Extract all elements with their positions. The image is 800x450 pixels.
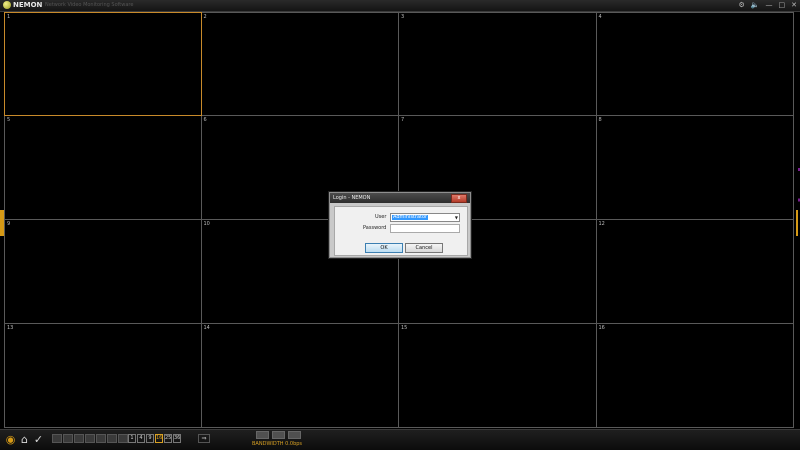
split-layout-buttons: 1 4 9 16 25 36: [128, 434, 181, 443]
cell-number: 5: [7, 117, 11, 123]
ok-button[interactable]: OK: [365, 243, 403, 253]
video-cell[interactable]: 14: [201, 324, 399, 428]
dialog-body: User Administrator ▼ Password OK Cancel: [334, 206, 468, 256]
minimize-button[interactable]: —: [766, 0, 773, 11]
sequence-button[interactable]: [96, 434, 106, 443]
sequence-button[interactable]: [52, 434, 62, 443]
cancel-button[interactable]: Cancel: [405, 243, 443, 253]
sequence-controls: [52, 434, 128, 443]
next-page-button[interactable]: ⇒: [198, 434, 210, 443]
split-button-36[interactable]: 36: [173, 434, 181, 443]
bandwidth-status: BANDWIDTH 0.0bps: [252, 441, 303, 447]
video-cell[interactable]: 8: [596, 116, 794, 220]
user-select[interactable]: Administrator ▼: [390, 213, 460, 222]
login-dialog: Login - NEMON x User Administrator ▼ Pas…: [329, 192, 471, 258]
volume-icon[interactable]: 🔈: [751, 0, 760, 11]
maximize-button[interactable]: □: [779, 0, 786, 11]
password-label: Password: [363, 225, 387, 231]
cell-number: 8: [598, 117, 602, 123]
window-controls: ⚙ 🔈 — □ ✕: [739, 0, 798, 11]
cell-number: 4: [598, 14, 602, 20]
split-button-16[interactable]: 16: [155, 434, 163, 443]
playback-button[interactable]: [272, 431, 285, 439]
dialog-title: Login - NEMON: [333, 195, 371, 201]
camera-icon[interactable]: ◉: [4, 433, 17, 446]
split-button-9[interactable]: 9: [146, 434, 154, 443]
gear-icon[interactable]: ⚙: [739, 0, 745, 11]
left-panel-toggle[interactable]: [0, 210, 4, 236]
app-subtitle: Network Video Monitoring Software: [45, 2, 134, 8]
cell-number: 1: [7, 14, 11, 20]
user-label: User: [375, 214, 387, 220]
dialog-close-button[interactable]: x: [451, 194, 467, 203]
cell-number: 3: [401, 14, 405, 20]
sequence-button[interactable]: [118, 434, 128, 443]
video-cell[interactable]: 2: [201, 12, 399, 116]
password-field[interactable]: [390, 224, 460, 233]
video-cell[interactable]: 15: [399, 324, 597, 428]
playback-button[interactable]: [288, 431, 301, 439]
chevron-down-icon[interactable]: ▼: [455, 214, 458, 221]
sequence-button[interactable]: [63, 434, 73, 443]
cell-number: 14: [203, 325, 210, 331]
split-button-1[interactable]: 1: [128, 434, 136, 443]
dialog-title-bar[interactable]: Login - NEMON x: [330, 193, 470, 203]
cell-number: 13: [7, 325, 14, 331]
video-cell[interactable]: 16: [596, 324, 794, 428]
bottom-toolbar: ◉ ⌂ ✓ 1 4 9 16 25 36 ⇒ BANDWIDTH 0.0bps: [0, 429, 800, 450]
video-cell[interactable]: 13: [4, 324, 202, 428]
close-button[interactable]: ✕: [791, 0, 797, 11]
playback-buttons: [256, 431, 301, 439]
user-select-value: Administrator: [392, 214, 429, 220]
video-cell[interactable]: 9: [4, 220, 202, 324]
app-logo-icon: [3, 1, 11, 9]
video-cell[interactable]: 3: [399, 12, 597, 116]
sequence-button[interactable]: [107, 434, 117, 443]
video-cell[interactable]: 1: [4, 12, 202, 116]
tools-icon[interactable]: ✓: [32, 433, 45, 446]
cell-number: 6: [203, 117, 207, 123]
cell-number: 12: [598, 221, 605, 227]
title-bar: NEMON Network Video Monitoring Software …: [0, 0, 800, 12]
cell-number: 2: [203, 14, 207, 20]
split-button-4[interactable]: 4: [137, 434, 145, 443]
app-name: NEMON: [13, 1, 43, 9]
cell-number: 15: [401, 325, 408, 331]
cell-number: 7: [401, 117, 405, 123]
sequence-button[interactable]: [85, 434, 95, 443]
cell-number: 9: [7, 221, 11, 227]
video-cell[interactable]: 12: [596, 220, 794, 324]
sequence-button[interactable]: [74, 434, 84, 443]
home-icon[interactable]: ⌂: [18, 433, 31, 446]
cell-number: 16: [598, 325, 605, 331]
video-cell[interactable]: 4: [596, 12, 794, 116]
split-button-25[interactable]: 25: [164, 434, 172, 443]
playback-button[interactable]: [256, 431, 269, 439]
cell-number: 10: [203, 221, 210, 227]
video-cell[interactable]: 5: [4, 116, 202, 220]
